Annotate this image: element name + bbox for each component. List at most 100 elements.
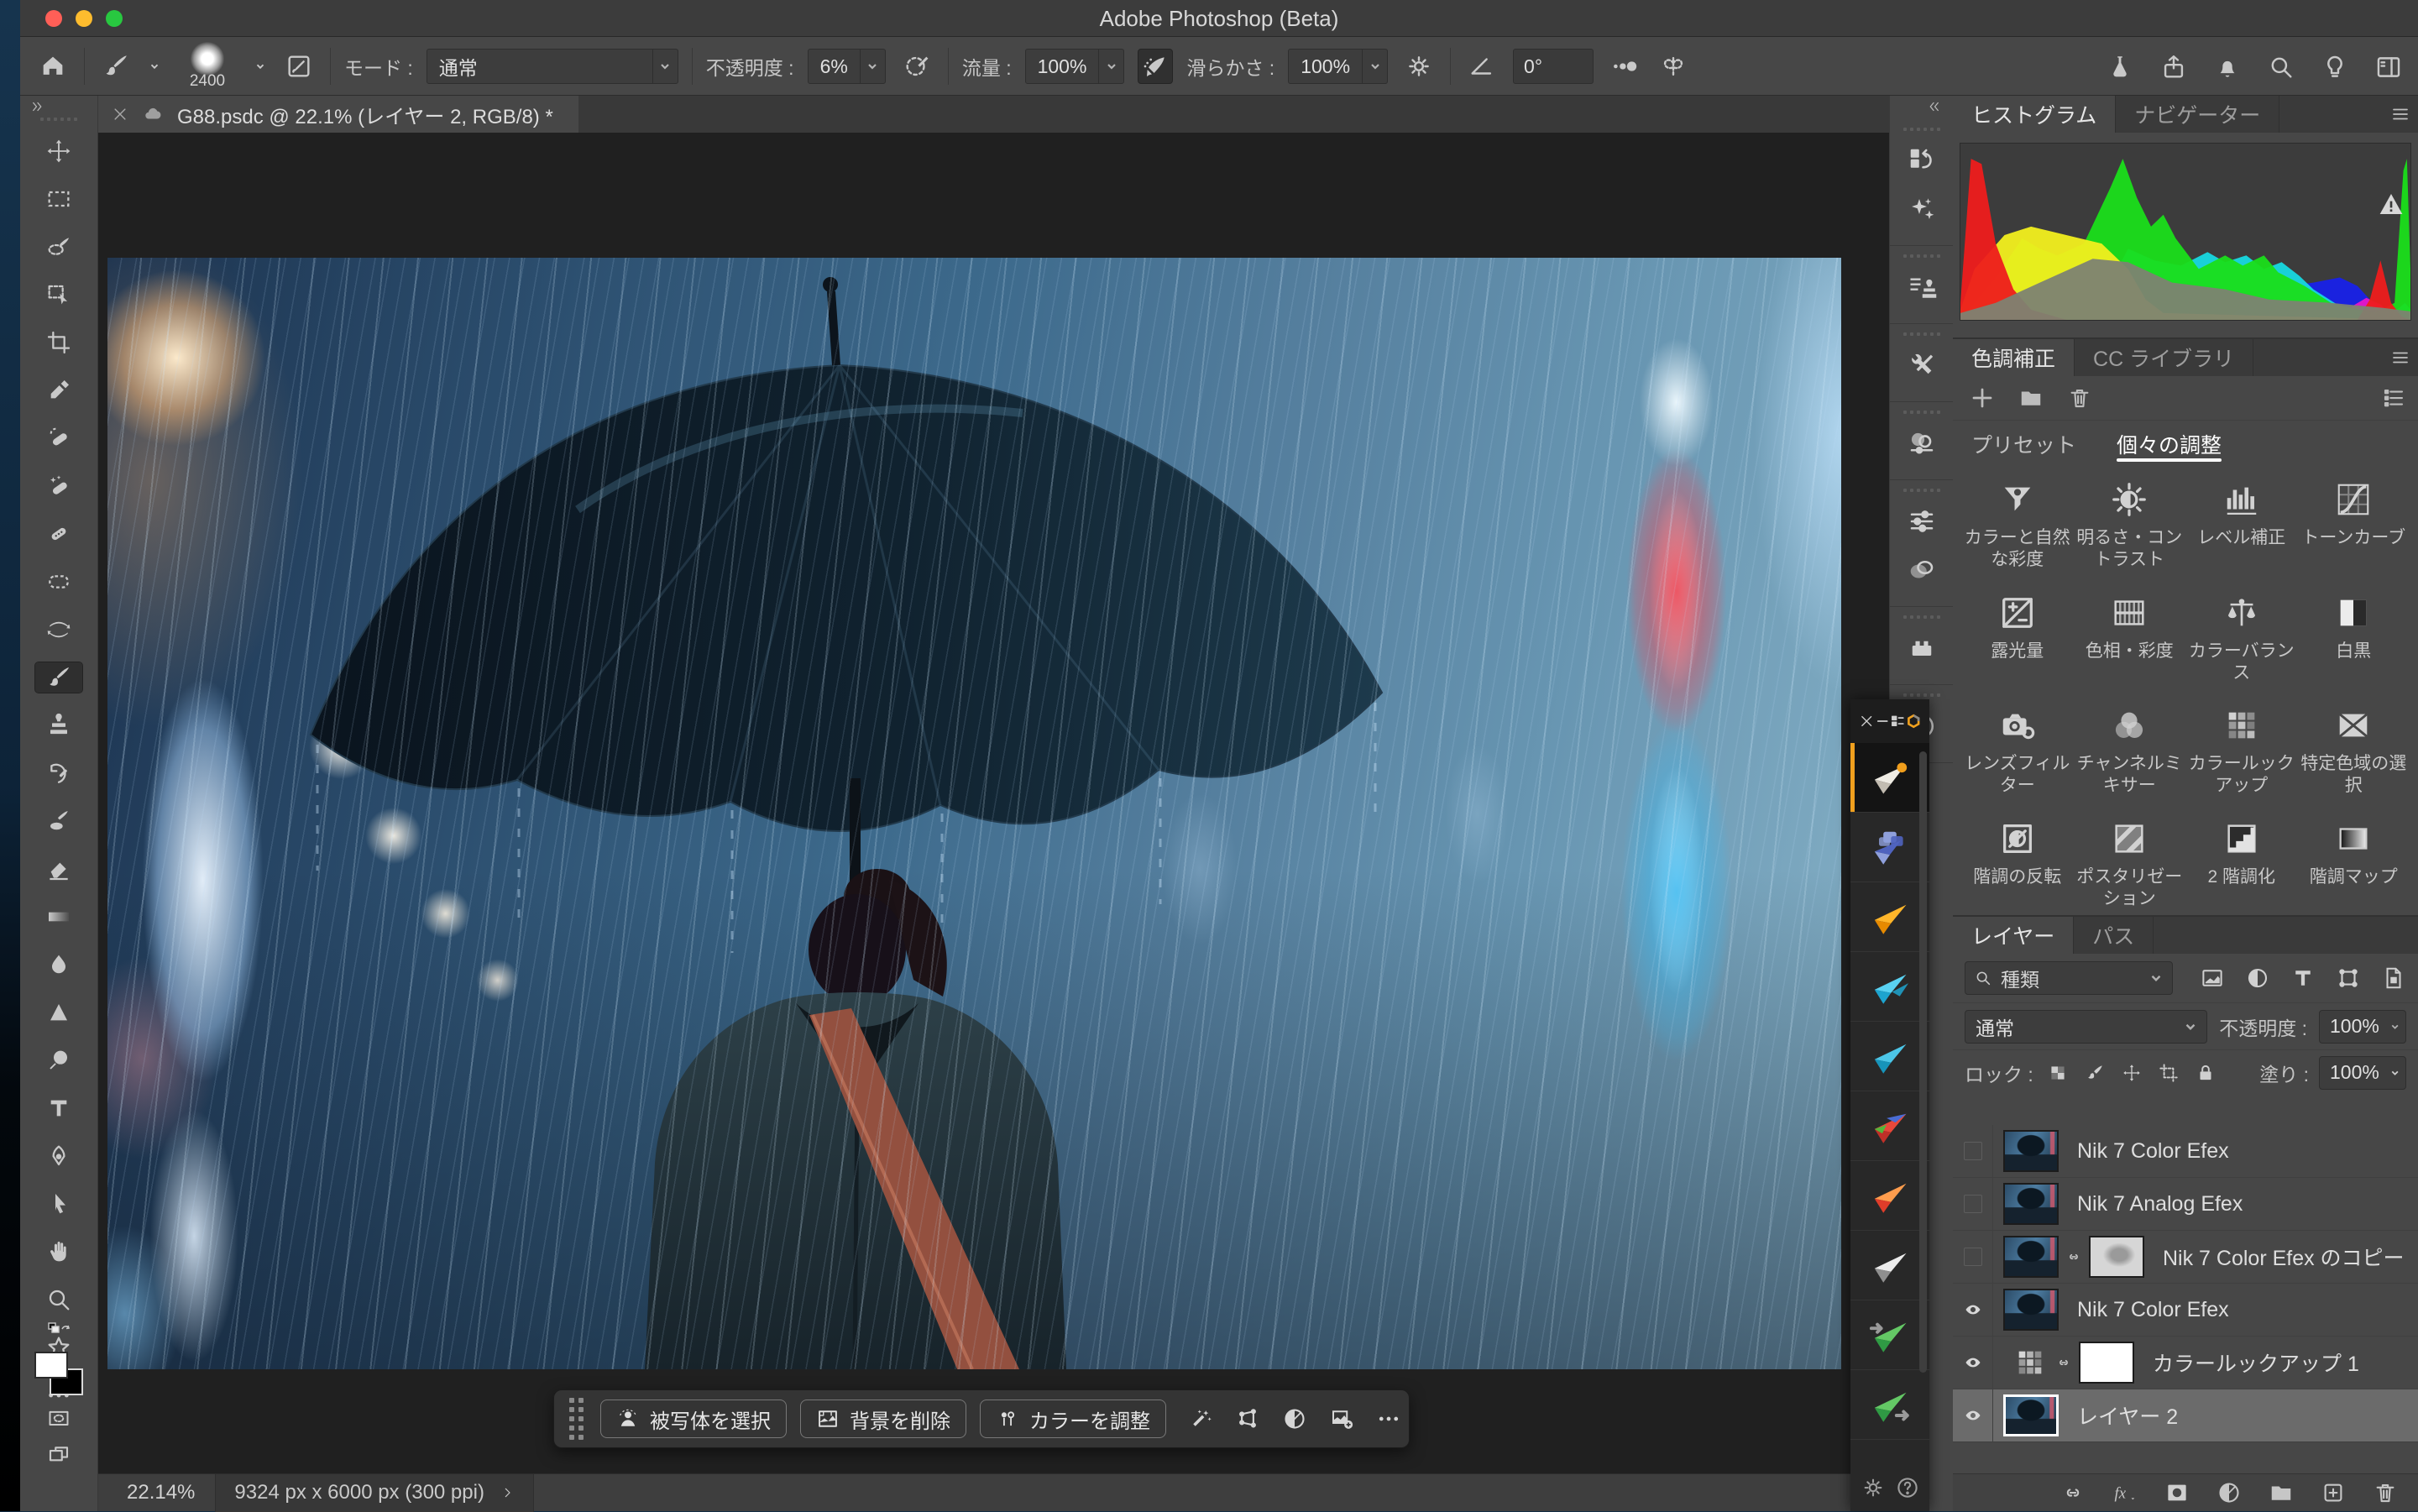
- collapsed-panel-circles2[interactable]: [1890, 546, 1953, 594]
- tool-mixer-brush[interactable]: [35, 806, 82, 836]
- canvas-image[interactable]: [107, 258, 1841, 1369]
- nik-item-nik-dfine[interactable]: [1850, 1022, 1929, 1091]
- adj-circle-icon[interactable]: [2216, 1480, 2242, 1505]
- collapsed-panel-history-panel[interactable]: [1890, 136, 1953, 185]
- mask-icon[interactable]: [2164, 1480, 2190, 1505]
- adjustment-adj-brightness[interactable]: 明るさ・コントラスト: [2074, 480, 2186, 572]
- nik-item-nik-viveza[interactable]: [1850, 1091, 1929, 1161]
- layer-visibility-toggle[interactable]: [1953, 1125, 1993, 1177]
- adjustment-adj-curves[interactable]: トーンカーブ: [2298, 480, 2410, 572]
- nik-item-nik-color-efex[interactable]: [1850, 882, 1929, 952]
- new-layer-icon[interactable]: [2321, 1480, 2346, 1505]
- canvas-area[interactable]: [98, 133, 1889, 1473]
- layer-visibility-toggle[interactable]: [1953, 1231, 1993, 1283]
- nik-item-nik-perspective[interactable]: [1850, 813, 1929, 882]
- double-chevron-right-icon[interactable]: [27, 99, 49, 114]
- panel-grip[interactable]: [20, 118, 97, 121]
- layer-row[interactable]: Nik 7 Color Efex: [1953, 1125, 2418, 1178]
- tool-remove-tool[interactable]: [35, 423, 82, 453]
- tool-dodge[interactable]: [35, 1045, 82, 1075]
- filter-type-icon[interactable]: [2290, 965, 2316, 991]
- layer-mask-link-icon[interactable]: [2055, 1348, 2072, 1377]
- quick-mask-icon[interactable]: [42, 1407, 76, 1431]
- tool-move[interactable]: [35, 136, 82, 166]
- nik-item-nik-analog-efex[interactable]: [1850, 952, 1929, 1022]
- layer-visibility-toggle[interactable]: [1953, 1337, 1993, 1389]
- smoothing-gear-icon[interactable]: [1401, 49, 1437, 84]
- tool-ca-move[interactable]: [35, 615, 82, 645]
- pressure-size-icon[interactable]: [1607, 49, 1642, 84]
- tool-type[interactable]: [35, 1093, 82, 1123]
- lock-move-icon[interactable]: [2121, 1062, 2143, 1084]
- nik-item-nik-hdr-efex[interactable]: [1850, 1161, 1929, 1231]
- layer-filter-select[interactable]: 種類: [1965, 961, 2173, 995]
- lock-icon[interactable]: [2195, 1062, 2216, 1084]
- panel-grip[interactable]: [1890, 489, 1953, 492]
- layer-thumbnail[interactable]: [2003, 1130, 2059, 1172]
- tab-adjustments[interactable]: 色調補正: [1953, 339, 2075, 376]
- filter-frame-icon[interactable]: [2336, 965, 2361, 991]
- add-image-icon[interactable]: [1329, 1406, 1354, 1431]
- adjustment-adj-bw[interactable]: 白黒: [2298, 594, 2410, 685]
- tool-selection-brush[interactable]: [35, 232, 82, 262]
- collapsed-panel-tools-panel[interactable]: [1890, 341, 1953, 390]
- brush-preset-picker[interactable]: 2400: [175, 42, 239, 91]
- color-lookup-icon[interactable]: [2012, 1346, 2049, 1379]
- layer-row[interactable]: カラールックアップ 1: [1953, 1337, 2418, 1389]
- layer-opacity-select[interactable]: 100%: [2319, 1010, 2406, 1044]
- taskbar-button-bg-remove[interactable]: 背景を削除: [800, 1400, 966, 1438]
- tool-patch[interactable]: [35, 567, 82, 597]
- adj-circle-icon[interactable]: [1282, 1406, 1307, 1431]
- layer-thumbnail[interactable]: [2003, 1289, 2059, 1331]
- adjustment-adj-threshold[interactable]: 2 階調化: [2185, 819, 2298, 911]
- collapsed-panel-sliders-h[interactable]: [1890, 497, 1953, 546]
- flow-select[interactable]: 100%: [1025, 49, 1125, 84]
- panel-grip[interactable]: [1890, 128, 1953, 131]
- minimize-icon[interactable]: [1875, 713, 1891, 730]
- adjustment-adj-lens[interactable]: レンズフィルター: [1961, 706, 2074, 798]
- blend-mode-select[interactable]: 通常: [427, 49, 678, 84]
- tab-navigator[interactable]: ナビゲーター: [2116, 96, 2279, 133]
- beta-flask-icon[interactable]: [2106, 53, 2134, 81]
- default-swap-colors-icon[interactable]: [37, 1321, 81, 1340]
- tool-hand[interactable]: [35, 1237, 82, 1267]
- link-icon[interactable]: [2060, 1480, 2086, 1505]
- chevron-down-icon[interactable]: [253, 60, 268, 72]
- collapsed-panel-color-mixer[interactable]: [1890, 419, 1953, 468]
- folder-icon[interactable]: [2269, 1480, 2294, 1505]
- foreground-color-swatch[interactable]: [34, 1352, 68, 1379]
- close-icon[interactable]: [1859, 713, 1875, 730]
- panel-menu-icon[interactable]: [2389, 104, 2411, 124]
- adjustment-adj-gradmap[interactable]: 階調マップ: [2298, 819, 2410, 911]
- document-tab[interactable]: G88.psdc @ 22.1% (レイヤー 2, RGB/8) *: [98, 96, 578, 133]
- opacity-select[interactable]: 6%: [808, 49, 886, 84]
- taskbar-drag-handle[interactable]: [569, 1398, 584, 1440]
- panel-grip[interactable]: [1890, 332, 1953, 336]
- lock-brush-icon[interactable]: [2084, 1062, 2106, 1084]
- double-chevron-left-icon[interactable]: [1923, 99, 1944, 114]
- nik-item-nik-sharpener-out[interactable]: [1850, 1370, 1929, 1440]
- foreground-background-swatches[interactable]: [34, 1352, 83, 1395]
- layer-visibility-toggle[interactable]: [1953, 1284, 1993, 1336]
- tool-eraser[interactable]: [35, 854, 82, 884]
- layout-icon[interactable]: [1890, 713, 1906, 730]
- layer-fill-select[interactable]: 100%: [2319, 1056, 2406, 1090]
- layer-visibility-toggle[interactable]: [1953, 1178, 1993, 1230]
- tool-crop[interactable]: [35, 327, 82, 358]
- layer-mask-link-icon[interactable]: [2065, 1243, 2082, 1271]
- layer-blend-select[interactable]: 通常: [1965, 1010, 2207, 1044]
- close-document-icon[interactable]: [112, 106, 128, 123]
- layer-mask-thumbnail[interactable]: [2089, 1236, 2144, 1278]
- adjustment-adj-exposure[interactable]: 露光量: [1961, 594, 2074, 685]
- adjustment-adj-channel[interactable]: チャンネルミキサー: [2074, 706, 2186, 798]
- group-folder-icon[interactable]: [2018, 385, 2044, 411]
- wand-icon[interactable]: [1188, 1406, 1213, 1431]
- pressure-opacity-icon[interactable]: [899, 49, 934, 84]
- add-adjustment-icon[interactable]: [1970, 385, 1995, 411]
- fx-icon[interactable]: fx: [2112, 1480, 2138, 1505]
- zoom-level[interactable]: 22.14%: [98, 1481, 215, 1504]
- brush-settings-icon[interactable]: [281, 49, 317, 84]
- collapsed-panel-brick[interactable]: [1890, 624, 1953, 672]
- transform-quad-icon[interactable]: [1235, 1406, 1260, 1431]
- layer-thumbnail[interactable]: [2003, 1183, 2059, 1225]
